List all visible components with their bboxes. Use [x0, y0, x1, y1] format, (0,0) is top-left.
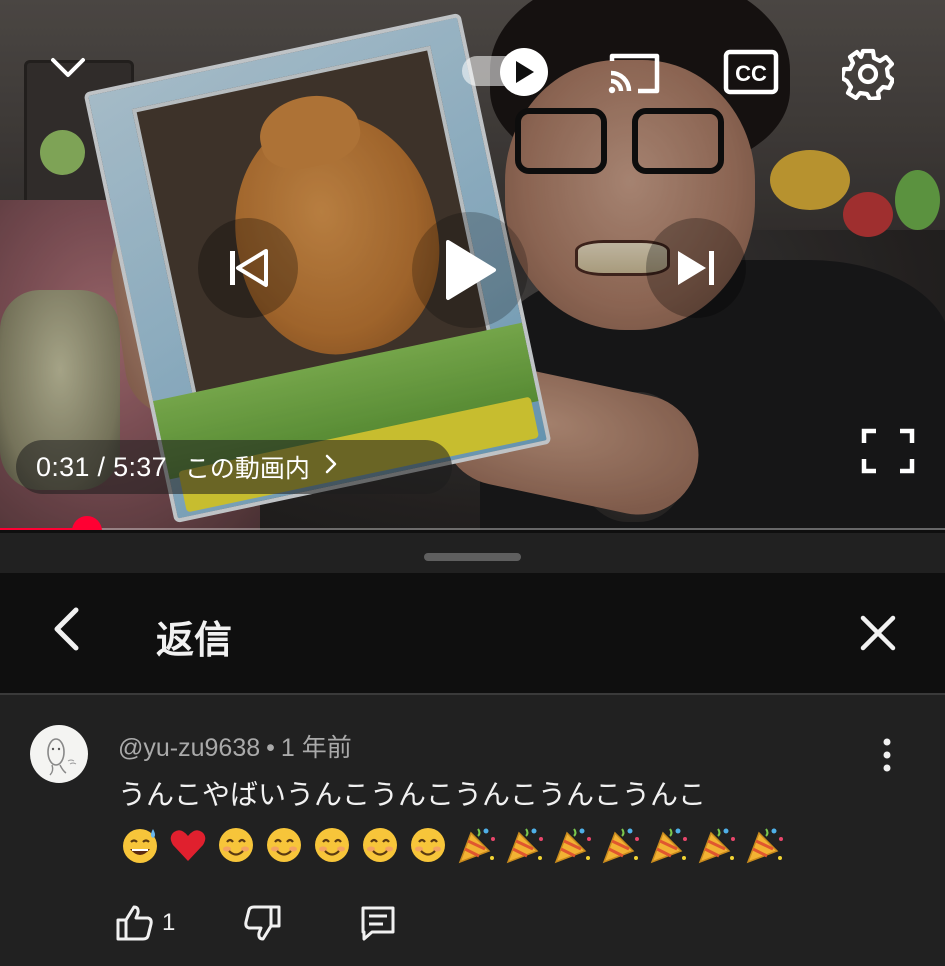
fullscreen-button[interactable] [856, 424, 920, 478]
play-small-icon [516, 61, 534, 83]
comment-icon [361, 906, 395, 941]
cc-label: CC [735, 61, 767, 86]
captions-button[interactable]: CC [722, 48, 780, 96]
drag-handle[interactable] [424, 553, 521, 561]
meta-separator: • [266, 734, 275, 762]
like-button[interactable] [112, 900, 158, 946]
chevron-down-icon [51, 58, 85, 77]
chapter-label: この動画内 [184, 454, 310, 483]
chevron-right-icon [324, 453, 338, 481]
back-button[interactable] [40, 603, 92, 655]
comment-emoji [166, 823, 210, 867]
sheet-header [0, 573, 945, 693]
settings-button[interactable] [840, 46, 896, 102]
autoplay-toggle-knob[interactable] [500, 48, 548, 96]
next-button[interactable] [646, 218, 746, 318]
cast-icon [608, 53, 660, 94]
comment-emoji [598, 823, 642, 867]
comment-text: うんこやばいうんこうんこうんこうんこうんこ [118, 778, 707, 811]
more-options-button[interactable] [870, 733, 904, 777]
reply-button[interactable] [355, 900, 401, 946]
comment-emoji [742, 823, 786, 867]
comment-emoji [454, 823, 498, 867]
like-count: 1 [162, 909, 176, 936]
comment-emoji [310, 823, 354, 867]
replies-sheet: 返信 @yu-zu9638 • 1 年前 うんこやばいうんこうんこうんこうんこうんこ… [0, 533, 945, 966]
video-player[interactable]: CC 0:31 / 5:37 この動画内 [0, 0, 945, 530]
thumbs-down-icon [244, 905, 281, 941]
comment-emoji [502, 823, 546, 867]
minimize-button[interactable] [44, 46, 92, 90]
next-icon [678, 251, 714, 285]
comment-author[interactable]: @yu-zu9638 [118, 734, 260, 762]
comment-emoji [694, 823, 738, 867]
cc-icon: CC [723, 49, 779, 95]
close-icon [860, 615, 896, 651]
comment-emoji [214, 823, 258, 867]
cast-button[interactable] [604, 48, 664, 98]
play-icon [446, 240, 496, 300]
comment-emoji [358, 823, 402, 867]
comment-age: 1 年前 [280, 734, 352, 762]
play-button[interactable] [412, 212, 528, 328]
avatar[interactable] [30, 725, 88, 783]
close-button[interactable] [852, 607, 904, 659]
gear-icon [842, 48, 894, 100]
comment-meta: @yu-zu9638 • 1 年前 [118, 728, 352, 764]
comment-emoji-row [118, 823, 786, 867]
time-display: 0:31 / 5:37 [36, 451, 167, 482]
more-vertical-icon [883, 738, 891, 772]
fullscreen-icon [861, 428, 915, 474]
comment-emoji [406, 823, 450, 867]
comment-emoji [646, 823, 690, 867]
comment-actions: 1 [112, 898, 401, 948]
previous-button[interactable] [198, 218, 298, 318]
header-divider [0, 693, 945, 695]
dislike-button[interactable] [239, 900, 285, 946]
progress-bar[interactable] [0, 516, 945, 530]
time-chapter-pill[interactable]: 0:31 / 5:37 この動画内 [16, 440, 452, 494]
comment-emoji [550, 823, 594, 867]
thumbs-up-icon [116, 905, 153, 941]
previous-icon [230, 249, 268, 287]
comment-emoji [118, 823, 162, 867]
comment-emoji [262, 823, 306, 867]
chevron-left-icon [54, 607, 79, 651]
sheet-title: 返信 [156, 618, 233, 662]
